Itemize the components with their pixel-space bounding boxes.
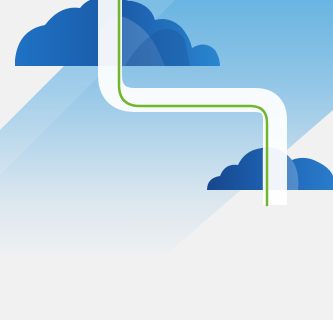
cloud-connection-illustration	[0, 0, 333, 320]
illustration-canvas	[0, 0, 333, 260]
